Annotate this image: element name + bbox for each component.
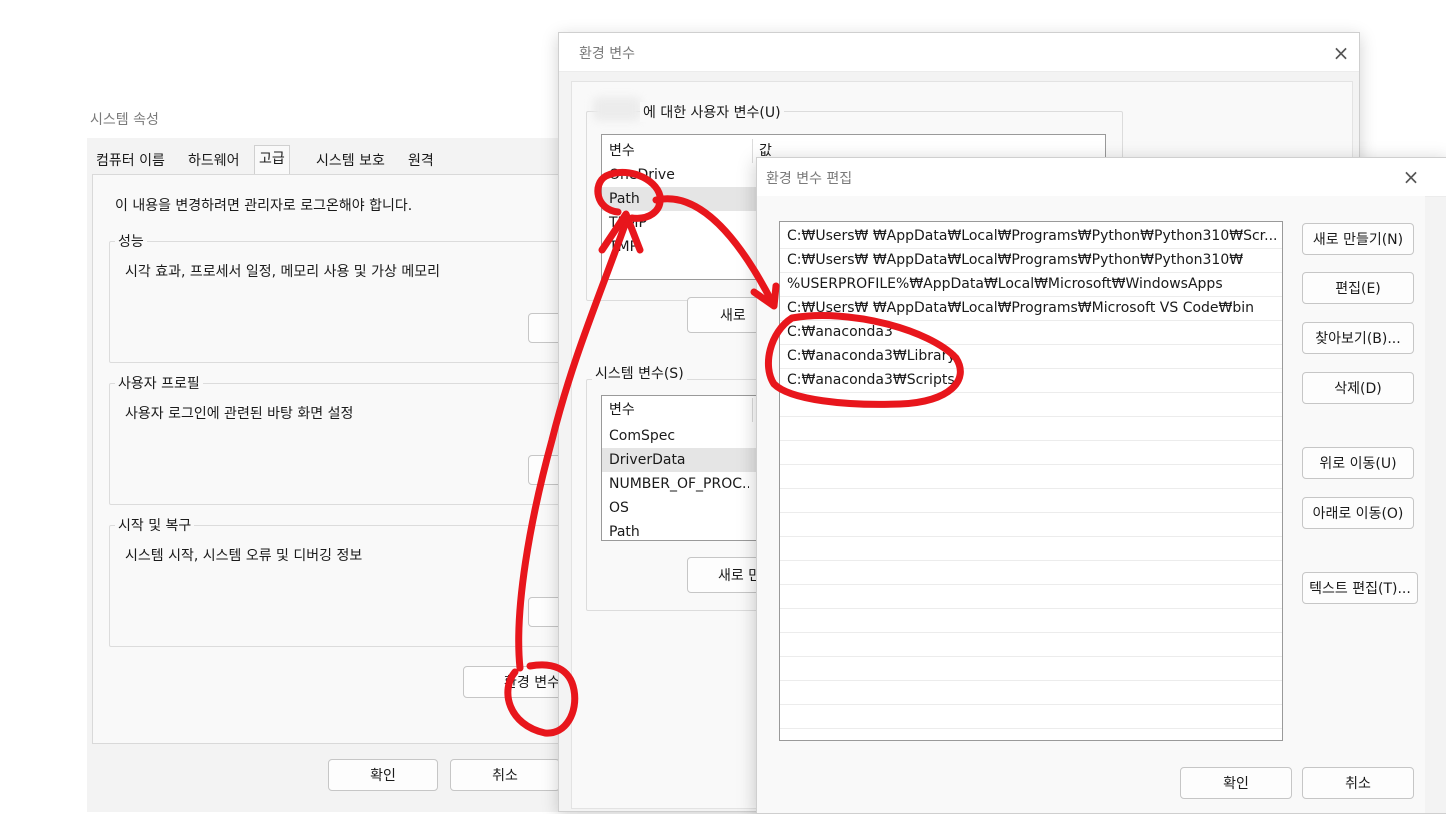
env-titlebar: 환경 변수 × [559,33,1359,72]
tab-remote[interactable]: 원격 [404,148,438,174]
edit-environment-variable-window: 환경 변수 편집 × C:₩Users₩ ₩AppData₩Local₩Prog… [756,157,1446,814]
tab-panel: 이 내용을 변경하려면 관리자로 로그온해야 합니다. 성능 시각 효과, 프로… [92,174,588,744]
list-gridline [780,296,1282,297]
edit-cancel-button[interactable]: 취소 [1302,767,1414,799]
path-item[interactable]: C:₩anaconda3₩Library [780,344,1282,368]
list-gridline [780,488,1282,489]
list-gridline [780,464,1282,465]
env-title: 환경 변수 [579,46,635,62]
list-gridline [780,416,1282,417]
path-item[interactable]: %USERPROFILE%₩AppData₩Local₩Microsoft₩Wi… [780,272,1282,296]
user-vars-header-name[interactable]: 변수 [602,139,749,163]
system-cancel-button[interactable]: 취소 [450,759,560,791]
edit-env-title: 환경 변수 편집 [766,171,853,187]
list-gridline [780,728,1282,729]
list-gridline [780,560,1282,561]
close-icon[interactable]: × [1331,43,1351,63]
user-profile-description: 사용자 로그인에 관련된 바탕 화면 설정 [125,406,354,422]
blurred-username [593,97,641,121]
tab-advanced[interactable]: 고급 [254,145,290,175]
path-item[interactable]: C:₩anaconda3₩Scripts [780,368,1282,392]
new-path-button[interactable]: 새로 만들기(N) [1302,223,1414,255]
path-item[interactable]: C:₩anaconda3 [780,320,1282,344]
system-properties-title: 시스템 속성 [90,112,159,128]
user-profile-label: 사용자 프로필 [115,373,203,393]
list-gridline [780,272,1282,273]
path-list[interactable]: C:₩Users₩ ₩AppData₩Local₩Programs₩Python… [779,221,1283,741]
list-gridline [780,608,1282,609]
tab-system-protection[interactable]: 시스템 보호 [312,148,389,174]
list-gridline [780,440,1282,441]
system-properties-window: 시스템 속성 컴퓨터 이름 하드웨어 고급 시스템 보호 원격 이 내용을 변경… [87,96,588,812]
list-gridline [780,680,1282,681]
close-icon[interactable]: × [1401,167,1421,187]
path-item[interactable]: C:₩Users₩ ₩AppData₩Local₩Programs₩Python… [780,224,1282,248]
list-gridline [780,536,1282,537]
browse-path-button[interactable]: 찾아보기(B)... [1302,322,1414,354]
list-gridline [780,584,1282,585]
user-vars-label: 에 대한 사용자 변수(U) [640,102,784,122]
list-gridline [780,320,1282,321]
list-gridline [780,248,1282,249]
system-vars-header-name[interactable]: 변수 [602,398,749,422]
path-item[interactable]: C:₩Users₩ ₩AppData₩Local₩Programs₩Python… [780,248,1282,272]
edit-env-titlebar: 환경 변수 편집 × [757,158,1446,197]
list-gridline [780,512,1282,513]
tab-strip: 컴퓨터 이름 하드웨어 고급 시스템 보호 원격 [92,145,572,175]
list-gridline [780,344,1282,345]
system-ok-button[interactable]: 확인 [328,759,438,791]
list-gridline [780,392,1282,393]
list-gridline [780,704,1282,705]
system-properties-titlebar: 시스템 속성 [87,96,577,138]
move-up-button[interactable]: 위로 이동(U) [1302,447,1414,479]
system-vars-label: 시스템 변수(S) [592,363,687,383]
list-gridline [780,368,1282,369]
system-vars-header-divider [752,398,753,422]
startup-recovery-label: 시작 및 복구 [115,515,195,535]
performance-description: 시각 효과, 프로세서 일정, 메모리 사용 및 가상 메모리 [125,264,440,280]
startup-recovery-description: 시스템 시작, 시스템 오류 및 디버깅 정보 [125,548,363,564]
startup-recovery-group [109,525,581,647]
move-down-button[interactable]: 아래로 이동(O) [1302,497,1414,529]
edit-ok-button[interactable]: 확인 [1180,767,1292,799]
user-profile-group [109,383,581,505]
edit-text-button[interactable]: 텍스트 편집(T)... [1302,572,1418,604]
performance-group [109,241,581,363]
tab-hardware[interactable]: 하드웨어 [184,148,244,174]
performance-label: 성능 [115,231,147,251]
list-gridline [780,656,1282,657]
edit-path-button[interactable]: 편집(E) [1302,272,1414,304]
tab-computer-name[interactable]: 컴퓨터 이름 [92,148,169,174]
system-var-row[interactable]: NUMBER_OF_PROC... [602,472,749,496]
path-item[interactable]: C:₩Users₩ ₩AppData₩Local₩Programs₩Micros… [780,296,1282,320]
list-gridline [780,632,1282,633]
delete-path-button[interactable]: 삭제(D) [1302,372,1414,404]
admin-notice: 이 내용을 변경하려면 관리자로 로그온해야 합니다. [115,198,413,214]
